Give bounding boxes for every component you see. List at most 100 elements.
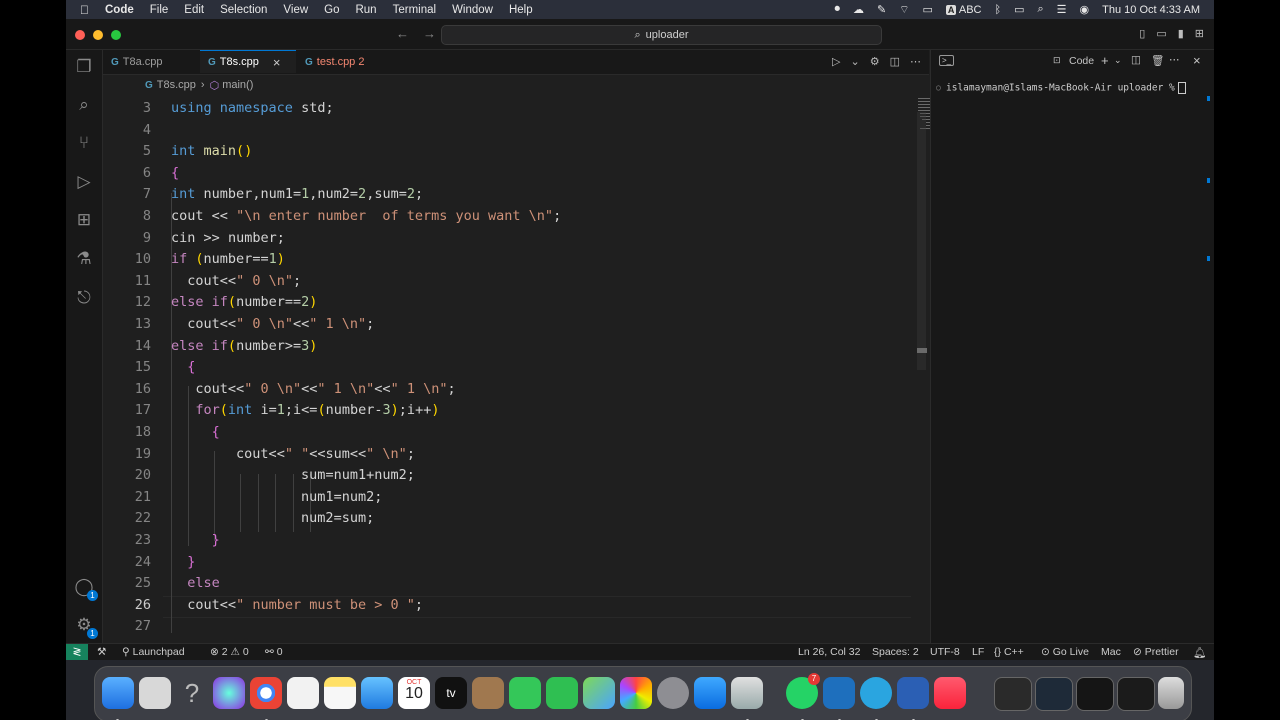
panel-more-icon[interactable]: ⋯ (1169, 54, 1180, 66)
split-terminal-icon[interactable]: ◫ (1131, 54, 1141, 66)
menu-app-name[interactable]: Code (105, 4, 134, 16)
zoom-window-button[interactable] (111, 30, 121, 40)
minimized-window-thumbnail[interactable] (1117, 677, 1155, 711)
code-line[interactable]: 21 num1=num2; (103, 487, 903, 508)
launchpad-status[interactable]: ⚲ Launchpad (122, 646, 185, 658)
chrome-icon[interactable] (250, 677, 282, 709)
pen-icon[interactable]: ✎ (877, 3, 886, 16)
code-line[interactable]: 23 } (103, 530, 903, 551)
tab-test-cpp[interactable]: G test.cpp 2 (305, 50, 395, 74)
telegram-icon[interactable] (860, 677, 892, 709)
code-line[interactable]: 25 else (103, 573, 903, 594)
cursor-position[interactable]: Ln 26, Col 32 (798, 646, 860, 658)
toggle-panel-icon[interactable]: ▭ (1156, 27, 1166, 40)
code-line[interactable]: 5 int main() (103, 141, 903, 162)
display-icon[interactable]: ▭ (923, 3, 933, 16)
platform-status[interactable]: Mac (1101, 646, 1121, 658)
terminal-output[interactable]: ○ islamayman@Islams-MacBook-Air uploader… (936, 82, 1186, 94)
code-line[interactable]: 18 { (103, 422, 903, 443)
code-line[interactable]: 24 } (103, 552, 903, 573)
customize-layout-icon[interactable]: ⊞ (1195, 27, 1204, 40)
code-line[interactable]: 17 for(int i=1;i<=(number-3);i++) (103, 400, 903, 421)
accounts-icon[interactable]: ◯ 1 (73, 576, 98, 601)
reminders-icon[interactable] (287, 677, 319, 709)
code-line[interactable]: 22 num2=sum; (103, 508, 903, 529)
language-status[interactable]: {} C++ (994, 646, 1024, 658)
menu-terminal[interactable]: Terminal (393, 4, 436, 16)
split-editor-icon[interactable]: ◫ (890, 55, 900, 68)
code-line[interactable]: 11 cout<<" 0 \n"; (103, 271, 903, 292)
remote-indicator-icon[interactable]: ≷ (66, 644, 88, 661)
apple-tv-icon[interactable]: tv (435, 677, 467, 709)
menu-selection[interactable]: Selection (220, 4, 267, 16)
menu-run[interactable]: Run (355, 4, 376, 16)
extensions-icon[interactable]: ⊞ (73, 209, 95, 231)
siri-icon[interactable]: ◉ (1080, 3, 1090, 16)
code-line[interactable]: 14 else if(number>=3) (103, 336, 903, 357)
photos-icon[interactable] (620, 677, 652, 709)
toggle-secondary-sidebar-icon[interactable]: ▮ (1178, 27, 1184, 40)
remote-explorer-icon[interactable]: ⎋ (73, 287, 95, 309)
eol-status[interactable]: LF (972, 646, 984, 658)
launchpad-icon[interactable] (139, 677, 171, 709)
music-icon[interactable] (934, 677, 966, 709)
prettier-status[interactable]: ⊘ Prettier (1133, 646, 1179, 658)
code-line[interactable]: 9 cin >> number; (103, 228, 903, 249)
testing-icon[interactable]: ⚗ (73, 248, 95, 270)
word-icon[interactable] (897, 677, 929, 709)
code-line[interactable]: 26 cout<<" number must be > 0 "; (103, 595, 903, 616)
terminal-dropdown-icon[interactable]: ⌄ (1114, 55, 1122, 66)
notes-icon[interactable] (324, 677, 356, 709)
explorer-icon[interactable]: ❐ (73, 56, 95, 78)
calendar-icon[interactable]: OCT 10 (398, 677, 430, 709)
mail-icon[interactable] (361, 677, 393, 709)
debug-settings-icon[interactable]: ⚙ (870, 55, 880, 68)
notifications-bell-icon[interactable]: 🔔︎ (1193, 646, 1206, 659)
minimize-window-button[interactable] (93, 30, 103, 40)
encoding-status[interactable]: UTF-8 (930, 646, 960, 658)
indentation-status[interactable]: Spaces: 2 (872, 646, 919, 658)
code-line[interactable]: 7 int number,num1=1,num2=2,sum=2; (103, 184, 903, 205)
trash-icon[interactable] (1158, 677, 1184, 709)
facetime-icon[interactable] (546, 677, 578, 709)
record-icon[interactable]: ⏺ (834, 3, 840, 16)
manage-gear-icon[interactable]: ⚙ 1 (73, 614, 98, 639)
app-store-icon[interactable] (694, 677, 726, 709)
forward-arrow-icon[interactable]: → (423, 26, 436, 41)
messages-icon[interactable] (509, 677, 541, 709)
battery-icon[interactable]: ▭ (1014, 3, 1024, 16)
wifi-icon[interactable]: ⌔ (899, 3, 909, 17)
menu-file[interactable]: File (150, 4, 169, 16)
code-line[interactable]: 27 (103, 616, 903, 637)
menu-window[interactable]: Window (452, 4, 493, 16)
search-view-icon[interactable]: ⌕ (73, 94, 95, 116)
contacts-icon[interactable] (472, 677, 504, 709)
siri-app-icon[interactable] (213, 677, 245, 709)
menu-go[interactable]: Go (324, 4, 339, 16)
breadcrumb-file[interactable]: T8s.cpp (157, 79, 196, 91)
new-terminal-icon[interactable]: + (1101, 53, 1109, 68)
code-editor[interactable]: 3 using namespace std; 4 5 int main() 6{7 int … (103, 96, 929, 643)
spotlight-search-icon[interactable]: ⌕ (1038, 3, 1044, 16)
code-line[interactable]: 16 cout<<" 0 \n"<<" 1 \n"<<" 1 \n"; (103, 379, 903, 400)
back-arrow-icon[interactable]: ← (396, 26, 409, 41)
code-line[interactable]: 19 cout<<" "<<sum<<" \n"; (103, 444, 903, 465)
code-line[interactable]: 8 cout << "\n enter number of terms you w… (103, 206, 903, 227)
bluetooth-icon[interactable]: ᛒ (994, 4, 1001, 16)
tab-t8s-cpp[interactable]: G T8s.cpp × (200, 50, 296, 73)
close-window-button[interactable] (75, 30, 85, 40)
close-panel-icon[interactable]: × (1193, 53, 1201, 68)
kill-terminal-icon[interactable]: 🗑 (1151, 54, 1164, 67)
go-live-status[interactable]: ⊙ Go Live (1041, 646, 1089, 658)
tools-icon[interactable]: ⚒ (97, 646, 106, 658)
command-center-search[interactable]: ⌕ uploader (441, 25, 882, 45)
control-center-icon[interactable]: ☰ (1057, 3, 1067, 16)
minimized-window-thumbnail[interactable] (1076, 677, 1114, 711)
close-tab-icon[interactable]: × (273, 55, 281, 70)
terminal-icon[interactable]: >_ (939, 55, 955, 66)
code-line[interactable]: 12 else if(number==2) (103, 292, 903, 313)
problems-status[interactable]: ⊗ 2 ⚠ 0 (210, 646, 249, 658)
code-line[interactable]: 13 cout<<" 0 \n"<<" 1 \n"; (103, 314, 903, 335)
help-icon[interactable]: ? (176, 677, 208, 709)
preview-icon[interactable] (731, 677, 763, 709)
